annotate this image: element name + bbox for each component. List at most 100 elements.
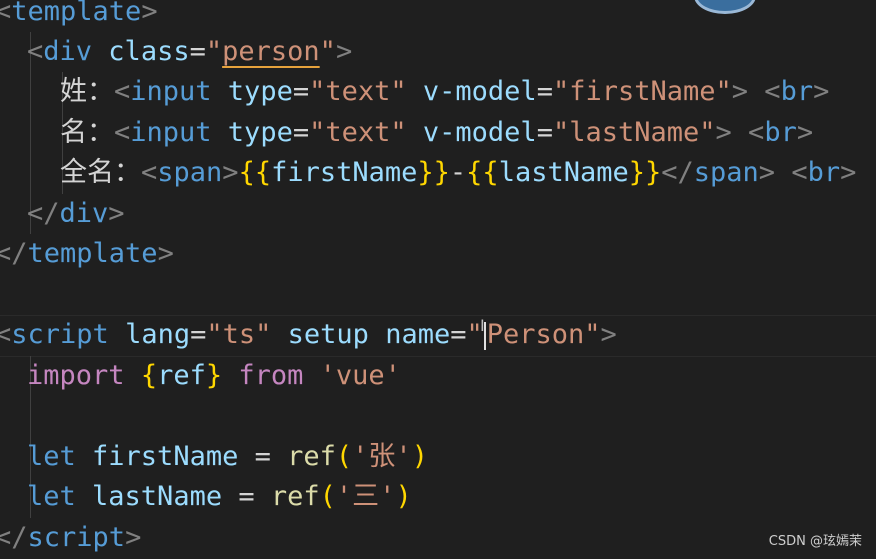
code-token: ( (335, 441, 353, 472)
code-token: > (157, 238, 174, 269)
code-token: </ (27, 198, 60, 229)
code-token: = (536, 76, 553, 107)
code-token: > (758, 157, 776, 188)
code-token: > (108, 198, 125, 229)
code-line[interactable]: 全名：<span>{{firstName}}-{{lastName}}</spa… (60, 153, 856, 193)
code-token: lang (108, 319, 191, 350)
code-token: { (140, 360, 158, 391)
code-line[interactable]: <template> (0, 0, 158, 32)
code-token: < (791, 157, 808, 188)
code-token: v-model (406, 117, 537, 148)
code-token: template (11, 0, 142, 27)
code-token: lastName (498, 157, 629, 188)
code-token: </ (0, 522, 28, 553)
code-token: = (450, 319, 467, 350)
code-token: class (92, 36, 190, 67)
avatar (694, 0, 756, 14)
code-token: < (141, 157, 158, 188)
code-token: } (205, 360, 223, 391)
code-token: " (205, 36, 223, 67)
code-line[interactable]: 名：<input type="text" v-model="lastName">… (60, 113, 813, 153)
code-line[interactable]: <script lang="ts" setup name=" Person"> (0, 315, 617, 355)
code-token: ref (270, 481, 320, 512)
code-token: < (0, 0, 12, 27)
code-token: > (796, 117, 814, 148)
code-token: template (27, 238, 158, 269)
code-token: = (292, 76, 310, 107)
code-token: "text" (309, 76, 407, 107)
code-token: 姓： (60, 76, 114, 107)
code-token: > (731, 76, 749, 107)
code-token: }} (417, 157, 450, 188)
code-token: br (807, 157, 841, 188)
code-token: - (449, 157, 467, 188)
code-line[interactable]: </div> (27, 194, 125, 234)
code-token: }} (628, 157, 662, 188)
code-token: "firstName" (552, 76, 732, 107)
code-token: < (114, 76, 131, 107)
code-token: type (211, 76, 293, 107)
code-token: 全名： (60, 157, 141, 188)
code-token: let (27, 441, 76, 472)
code-token: {{ (238, 157, 272, 188)
code-token: name (368, 319, 451, 350)
code-token: input (130, 76, 212, 107)
code-token: = (536, 117, 553, 148)
code-token: firstName (271, 157, 418, 188)
code-line[interactable]: <div class="person"> (27, 32, 352, 72)
code-token: ) (411, 441, 428, 472)
code-line[interactable]: </template> (0, 234, 174, 274)
code-token: > (813, 76, 830, 107)
code-token: script (11, 319, 109, 350)
code-token: type (211, 117, 293, 148)
code-token: < (0, 319, 12, 350)
code-line[interactable]: import {ref} from 'vue' (27, 356, 401, 396)
code-token: < (114, 117, 131, 148)
code-token: ) (395, 481, 412, 512)
code-token: < (748, 117, 765, 148)
code-token: person (222, 36, 320, 67)
code-token: span (693, 157, 759, 188)
code-line[interactable]: </script> (0, 518, 141, 558)
code-token: > (335, 36, 353, 67)
code-token: < (27, 36, 44, 67)
code-token: import (27, 360, 125, 391)
code-token: input (130, 117, 212, 148)
code-token: v-model (406, 76, 537, 107)
code-token: > (600, 319, 617, 350)
code-token: ref (157, 360, 206, 391)
code-token: br (764, 117, 797, 148)
code-token: let (27, 481, 76, 512)
code-token: div (59, 198, 109, 229)
code-line[interactable]: 姓：<input type="text" v-model="firstName"… (60, 72, 829, 112)
code-token: from (222, 360, 304, 391)
code-token: span (157, 157, 223, 188)
code-editor[interactable]: <template> <div class="person"> 姓：<input… (0, 0, 876, 559)
code-token: '张' (352, 441, 412, 472)
code-token: ref (287, 441, 336, 472)
code-token: '三' (335, 481, 396, 512)
code-token: script (27, 522, 126, 553)
code-token: = (222, 481, 271, 512)
code-token: " (319, 36, 336, 67)
code-token: > (141, 0, 158, 27)
code-token: > (840, 157, 857, 188)
code-token: = (292, 117, 310, 148)
code-token: < (764, 76, 781, 107)
code-token: = (189, 36, 206, 67)
code-token: > (125, 522, 142, 553)
code-token: "ts" (206, 319, 272, 350)
code-token: 'vue' (303, 360, 401, 391)
code-line[interactable]: let lastName = ref('三') (27, 477, 412, 517)
code-line[interactable]: let firstName = ref('张') (27, 437, 428, 477)
code-token: </ (0, 238, 28, 269)
code-token: firstName (75, 441, 239, 472)
code-token: = (190, 319, 207, 350)
code-token: 名： (60, 117, 114, 148)
code-token: = (238, 441, 288, 472)
code-token: br (780, 76, 814, 107)
